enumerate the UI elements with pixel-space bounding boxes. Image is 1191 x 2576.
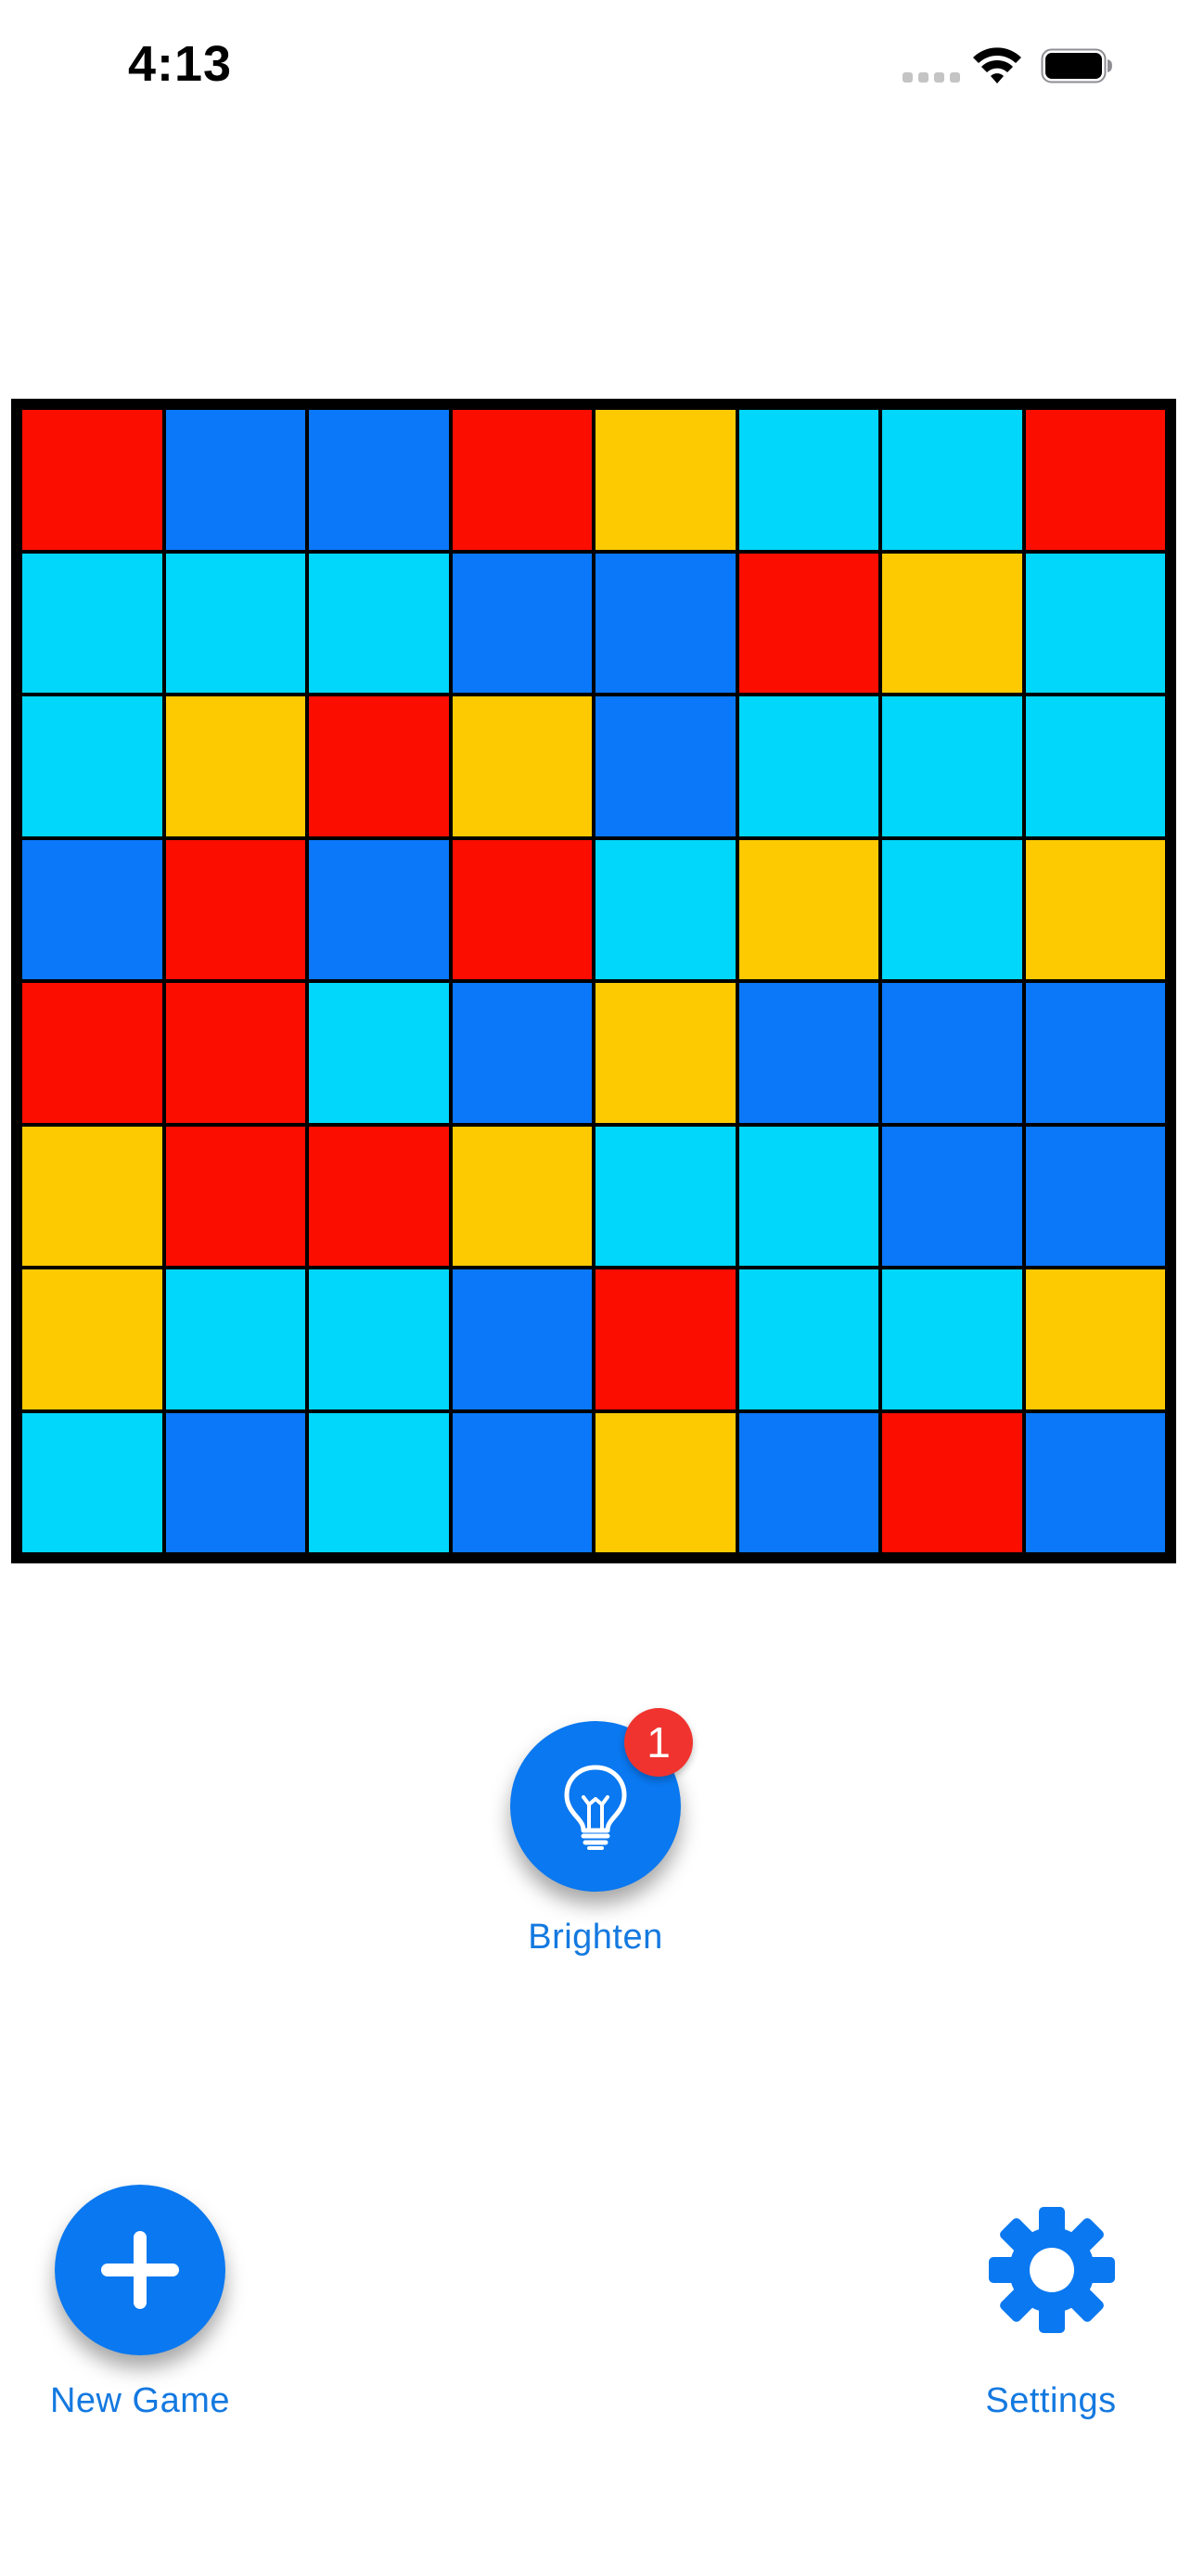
tile-red-r8-c7[interactable] [882, 1412, 1022, 1552]
tile-blue-r5-c8[interactable] [1025, 983, 1165, 1123]
tile-cyan-r1-c6[interactable] [738, 410, 878, 550]
tile-cyan-r3-c8[interactable] [1025, 696, 1165, 836]
tile-blue-r1-c3[interactable] [309, 410, 449, 550]
tile-red-r4-c4[interactable] [452, 839, 592, 979]
new-game-label[interactable]: New Game [19, 2381, 262, 2421]
tile-cyan-r8-c1[interactable] [22, 1412, 162, 1552]
tile-red-r6-c3[interactable] [309, 1126, 449, 1266]
tile-yellow-r4-c8[interactable] [1025, 839, 1165, 979]
tile-blue-r5-c6[interactable] [738, 983, 878, 1123]
tile-red-r3-c3[interactable] [309, 696, 449, 836]
tile-red-r1-c8[interactable] [1025, 410, 1165, 550]
tile-red-r4-c2[interactable] [165, 839, 305, 979]
tile-cyan-r5-c3[interactable] [309, 983, 449, 1123]
tile-cyan-r7-c6[interactable] [738, 1269, 878, 1409]
gear-icon[interactable] [989, 2207, 1115, 2333]
tile-cyan-r3-c1[interactable] [22, 696, 162, 836]
tile-yellow-r6-c4[interactable] [452, 1126, 592, 1266]
wifi-icon [973, 47, 1021, 83]
tile-cyan-r4-c7[interactable] [882, 839, 1022, 979]
tile-blue-r8-c4[interactable] [452, 1412, 592, 1552]
tile-cyan-r2-c1[interactable] [22, 553, 162, 693]
tile-yellow-r7-c8[interactable] [1025, 1269, 1165, 1409]
tile-blue-r2-c5[interactable] [596, 553, 736, 693]
tile-cyan-r7-c2[interactable] [165, 1269, 305, 1409]
tile-red-r1-c1[interactable] [22, 410, 162, 550]
tile-red-r5-c1[interactable] [22, 983, 162, 1123]
tile-blue-r8-c8[interactable] [1025, 1412, 1165, 1552]
tile-yellow-r3-c4[interactable] [452, 696, 592, 836]
tile-cyan-r3-c6[interactable] [738, 696, 878, 836]
tile-blue-r3-c5[interactable] [596, 696, 736, 836]
tile-cyan-r8-c3[interactable] [309, 1412, 449, 1552]
tile-red-r7-c5[interactable] [596, 1269, 736, 1409]
tile-cyan-r6-c6[interactable] [738, 1126, 878, 1266]
tile-yellow-r3-c2[interactable] [165, 696, 305, 836]
tile-yellow-r1-c5[interactable] [596, 410, 736, 550]
tile-blue-r4-c1[interactable] [22, 839, 162, 979]
settings-label[interactable]: Settings [928, 2381, 1174, 2421]
tile-red-r6-c2[interactable] [165, 1126, 305, 1266]
tile-yellow-r7-c1[interactable] [22, 1269, 162, 1409]
tile-blue-r8-c2[interactable] [165, 1412, 305, 1552]
tile-red-r5-c2[interactable] [165, 983, 305, 1123]
tile-yellow-r8-c5[interactable] [596, 1412, 736, 1552]
tile-yellow-r5-c5[interactable] [596, 983, 736, 1123]
tile-yellow-r4-c6[interactable] [738, 839, 878, 979]
tile-cyan-r3-c7[interactable] [882, 696, 1022, 836]
lightbulb-icon [564, 1765, 627, 1850]
tile-red-r2-c6[interactable] [738, 553, 878, 693]
tile-cyan-r2-c2[interactable] [165, 553, 305, 693]
tile-yellow-r6-c1[interactable] [22, 1126, 162, 1266]
tile-cyan-r4-c5[interactable] [596, 839, 736, 979]
tile-red-r1-c4[interactable] [452, 410, 592, 550]
cellular-signal-icon [903, 72, 960, 83]
brighten-label[interactable]: Brighten [456, 1918, 735, 1958]
tile-cyan-r7-c3[interactable] [309, 1269, 449, 1409]
tile-cyan-r2-c3[interactable] [309, 553, 449, 693]
tile-cyan-r7-c7[interactable] [882, 1269, 1022, 1409]
tile-blue-r6-c7[interactable] [882, 1126, 1022, 1266]
plus-icon [101, 2231, 179, 2309]
tile-cyan-r2-c8[interactable] [1025, 553, 1165, 693]
battery-icon [1041, 48, 1112, 83]
tile-cyan-r6-c5[interactable] [596, 1126, 736, 1266]
tile-blue-r5-c4[interactable] [452, 983, 592, 1123]
tile-blue-r5-c7[interactable] [882, 983, 1022, 1123]
tile-yellow-r2-c7[interactable] [882, 553, 1022, 693]
game-board [11, 399, 1176, 1563]
new-game-button[interactable] [55, 2185, 225, 2355]
tile-blue-r2-c4[interactable] [452, 553, 592, 693]
tile-blue-r4-c3[interactable] [309, 839, 449, 979]
tile-blue-r7-c4[interactable] [452, 1269, 592, 1409]
tile-cyan-r1-c7[interactable] [882, 410, 1022, 550]
tile-blue-r1-c2[interactable] [165, 410, 305, 550]
status-time: 4:13 [128, 36, 233, 92]
tile-blue-r8-c6[interactable] [738, 1412, 878, 1552]
tile-blue-r6-c8[interactable] [1025, 1126, 1165, 1266]
hint-count-badge: 1 [624, 1708, 693, 1777]
